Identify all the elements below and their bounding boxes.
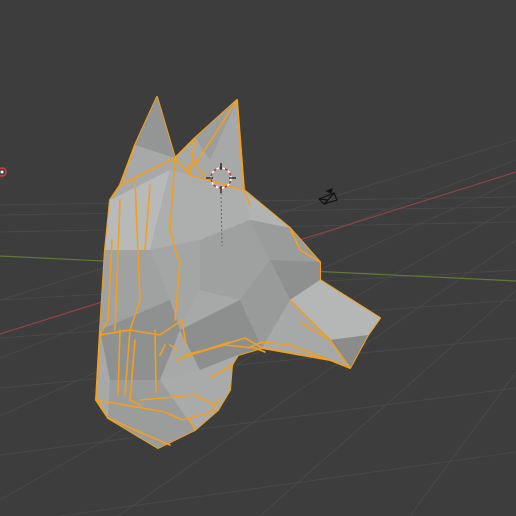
light-icon[interactable] (0, 167, 7, 177)
3d-viewport[interactable] (0, 0, 516, 516)
viewport-canvas[interactable] (0, 0, 516, 516)
